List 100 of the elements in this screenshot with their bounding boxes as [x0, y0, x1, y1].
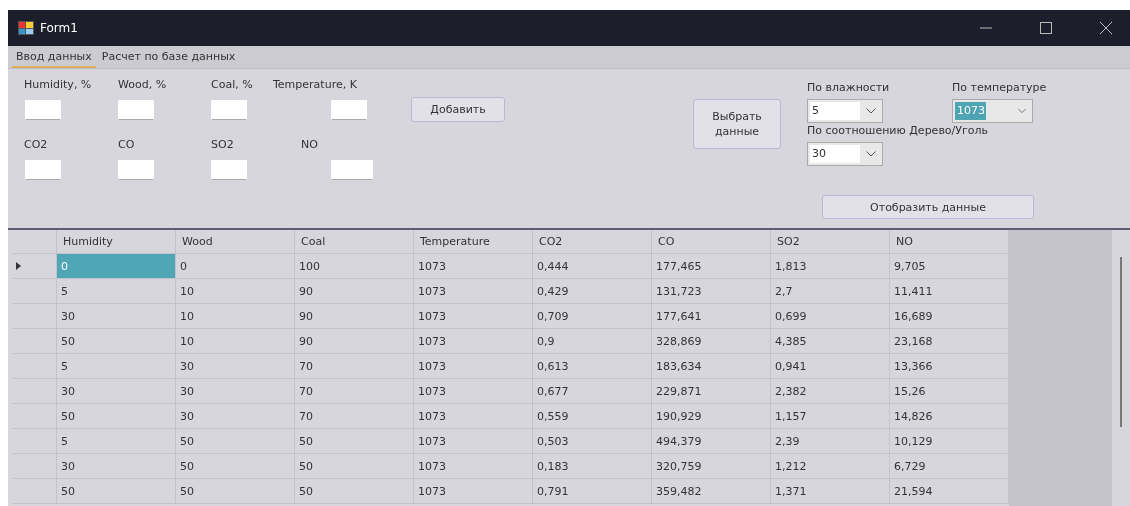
table-cell: 5	[57, 279, 176, 304]
field-label: NO	[301, 138, 318, 152]
table-cell: 328,869	[652, 329, 771, 354]
table-cell: 0,791	[533, 479, 652, 504]
table-cell: 30	[57, 379, 176, 404]
input-field[interactable]	[331, 160, 373, 180]
filter-label: По влажности	[807, 81, 891, 95]
field-label: Coal, %	[211, 78, 253, 92]
corner-header	[12, 230, 57, 254]
tab[interactable]: Ввод данных	[12, 50, 96, 68]
table-cell: 1073	[414, 379, 533, 404]
table-cell: 0,559	[533, 404, 652, 429]
table-cell: 1073	[414, 279, 533, 304]
table-cell: 1073	[414, 304, 533, 329]
input-field[interactable]	[211, 160, 247, 180]
field-label: Wood, %	[118, 78, 167, 92]
add-button[interactable]: Добавить	[411, 97, 505, 122]
column-header[interactable]: CO2	[533, 230, 652, 254]
show-data-button[interactable]: Отобразить данные	[822, 195, 1034, 219]
table-cell: 320,759	[652, 454, 771, 479]
table-cell: 1,212	[771, 454, 890, 479]
table-cell: 0,709	[533, 304, 652, 329]
table-cell: 5	[57, 429, 176, 454]
table-cell: 1073	[414, 329, 533, 354]
table-cell: 1,371	[771, 479, 890, 504]
maximize-icon[interactable]	[1040, 22, 1052, 34]
dropdown[interactable]: 30	[807, 142, 883, 166]
table-cell: 2,382	[771, 379, 890, 404]
dropdown[interactable]: 5	[807, 99, 883, 123]
table-cell: 131,723	[652, 279, 771, 304]
caret-icon	[866, 151, 876, 157]
table-cell: 1073	[414, 479, 533, 504]
field-label: CO2	[24, 138, 48, 152]
table-cell: 1073	[414, 254, 533, 279]
table-cell: 70	[295, 404, 414, 429]
table-cell: 177,641	[652, 304, 771, 329]
table-cell: 1,157	[771, 404, 890, 429]
tab[interactable]: Расчет по базе данных	[97, 50, 240, 68]
input-field[interactable]	[118, 160, 154, 180]
table-cell: 1073	[414, 429, 533, 454]
field-label: CO	[118, 138, 135, 152]
table-cell: 0,503	[533, 429, 652, 454]
table-cell: 30	[176, 404, 295, 429]
table-cell: 2,7	[771, 279, 890, 304]
table-cell: 5	[57, 354, 176, 379]
column-header[interactable]: SO2	[771, 230, 890, 254]
table-cell: 0	[57, 254, 176, 279]
table-cell: 50	[176, 429, 295, 454]
table-cell: 50	[57, 404, 176, 429]
select-data-button[interactable]: Выбрать данные	[693, 99, 781, 149]
table-cell: 1073	[414, 404, 533, 429]
table-cell: 183,634	[652, 354, 771, 379]
filter-label: По соотношению Дерево/Уголь	[807, 124, 990, 138]
table-cell: 0,183	[533, 454, 652, 479]
input-field[interactable]	[331, 100, 367, 120]
table-cell: 1,813	[771, 254, 890, 279]
table-cell: 30	[176, 354, 295, 379]
scrollbar-thumb[interactable]	[1120, 257, 1122, 427]
table-cell: 1073	[414, 354, 533, 379]
field-label: SO2	[211, 138, 234, 152]
table-cell: 0,677	[533, 379, 652, 404]
table-cell: 0,941	[771, 354, 890, 379]
column-header[interactable]: Temperature	[414, 230, 533, 254]
table-cell: 100	[295, 254, 414, 279]
table-cell: 0,9	[533, 329, 652, 354]
table-cell: 0	[176, 254, 295, 279]
table-cell: 30	[57, 304, 176, 329]
caret-icon	[866, 108, 876, 114]
table-cell: 90	[295, 279, 414, 304]
table-cell: 177,465	[652, 254, 771, 279]
window-title: Form1	[40, 21, 78, 35]
input-field[interactable]	[211, 100, 247, 120]
table-cell: 50	[57, 329, 176, 354]
table-cell: 229,871	[652, 379, 771, 404]
close-icon[interactable]	[1100, 22, 1112, 34]
table-cell: 90	[295, 304, 414, 329]
table-cell: 494,379	[652, 429, 771, 454]
table-cell: 10	[176, 304, 295, 329]
table-cell: 50	[295, 454, 414, 479]
table-cell: 10	[176, 279, 295, 304]
table-cell: 50	[176, 454, 295, 479]
table-cell: 0,429	[533, 279, 652, 304]
field-label: Humidity, %	[24, 78, 92, 92]
input-field[interactable]	[25, 100, 61, 120]
table-cell: 2,39	[771, 429, 890, 454]
column-header[interactable]: CO	[652, 230, 771, 254]
input-field[interactable]	[25, 160, 61, 180]
column-header[interactable]: Wood	[176, 230, 295, 254]
input-field[interactable]	[118, 100, 154, 120]
row-header[interactable]	[12, 279, 57, 304]
table-cell: 50	[57, 479, 176, 504]
table-cell: 1073	[414, 454, 533, 479]
table-cell: 50	[295, 429, 414, 454]
current-row-icon	[16, 262, 21, 270]
table-cell: 30	[57, 454, 176, 479]
table-cell: 50	[176, 479, 295, 504]
table-cell: 4,385	[771, 329, 890, 354]
table-cell: 190,929	[652, 404, 771, 429]
column-header[interactable]: Coal	[295, 230, 414, 254]
table-cell: 70	[295, 379, 414, 404]
